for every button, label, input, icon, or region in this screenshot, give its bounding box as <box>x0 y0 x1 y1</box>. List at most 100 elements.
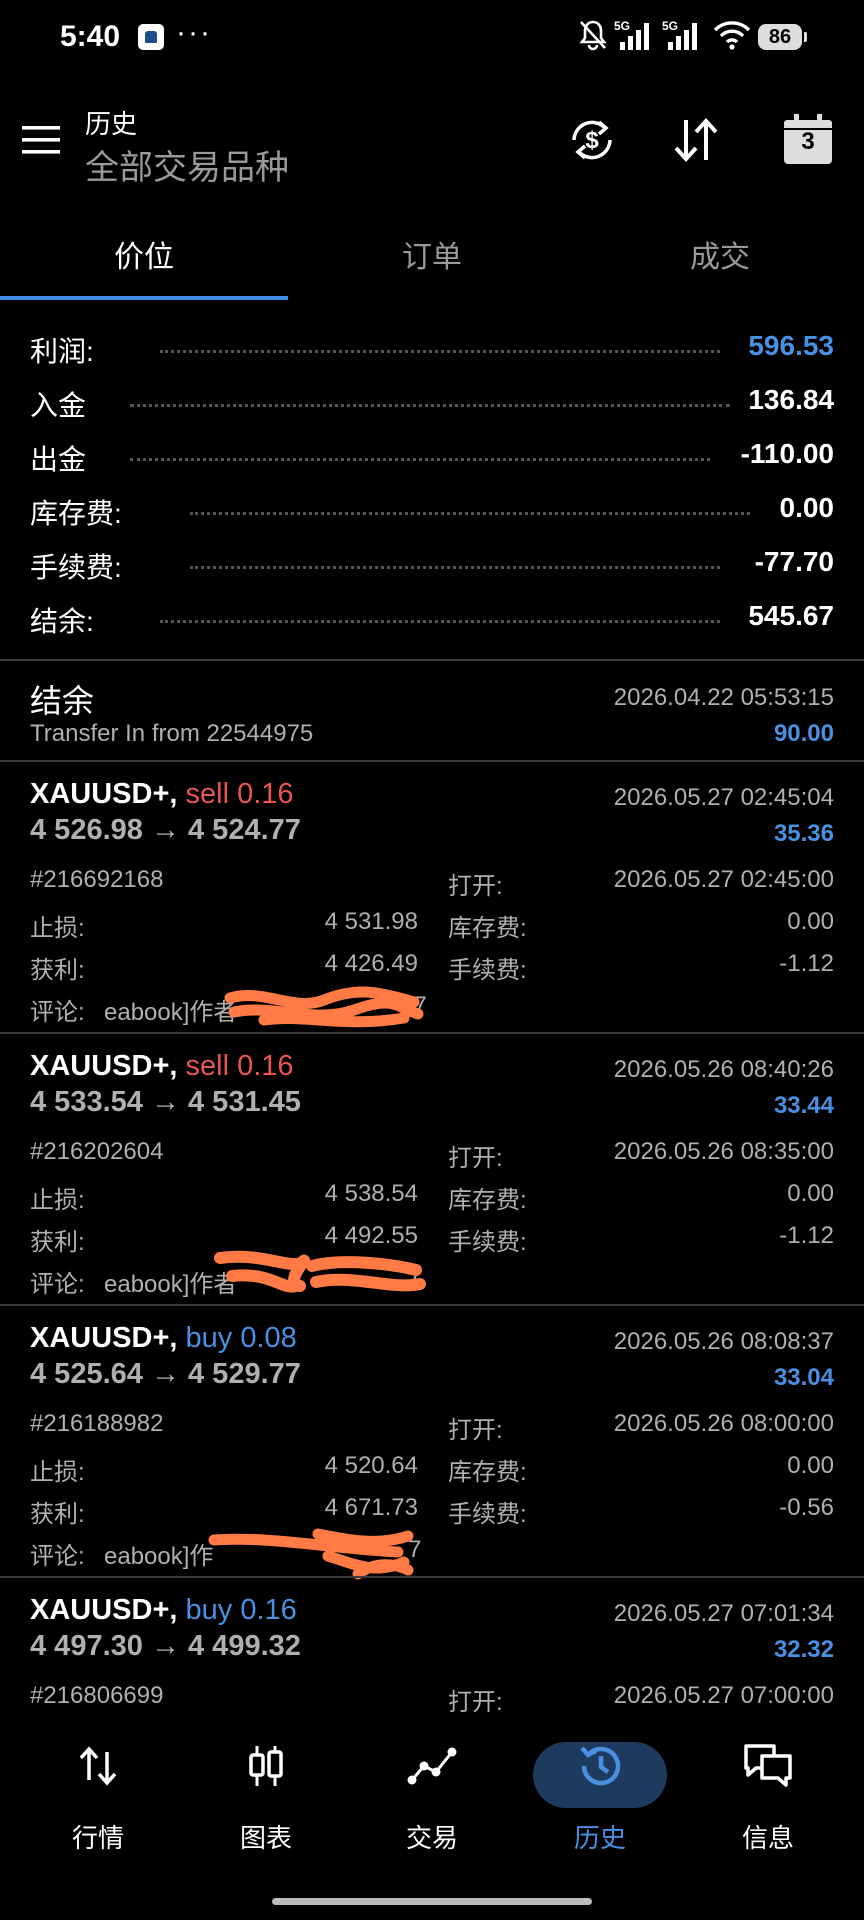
dotted-leader <box>130 458 710 461</box>
signal-5g-icon-1: 5G <box>614 19 649 50</box>
deal-symbol: XAUUSD+, <box>30 1050 178 1082</box>
balance-entry-title[interactable]: 结余 <box>30 676 94 722</box>
home-indicator[interactable] <box>272 1898 592 1905</box>
deal-comment: eabook]作者 <box>104 999 238 1026</box>
divider <box>0 659 864 661</box>
deal-header[interactable]: XAUUSD+, buy 0.16 <box>30 1594 297 1627</box>
deal-open-label: 打开: <box>448 1417 503 1444</box>
deal-ticket: #216188982 <box>30 1410 164 1437</box>
summary-profit-label: 利润: <box>30 336 94 367</box>
deal-open-label: 打开: <box>448 873 503 900</box>
deal-commission-value: -0.56 <box>779 1494 834 1521</box>
deal-sl-label: 止损: <box>30 915 85 942</box>
app-notification-icon <box>138 24 164 50</box>
wifi-icon <box>713 21 751 50</box>
deal-profit: 32.32 <box>773 1636 834 1663</box>
deal-profit: 33.44 <box>773 1092 834 1119</box>
deal-swap-label: 库存费: <box>448 915 527 942</box>
menu-icon[interactable] <box>22 124 62 158</box>
deal-commission-label: 手续费: <box>448 1229 527 1256</box>
divider <box>0 1576 864 1578</box>
deal-swap-label: 库存费: <box>448 1459 527 1486</box>
calendar-day: 3 <box>801 128 815 155</box>
deal-open-time: 2026.05.26 08:00:00 <box>613 1410 834 1437</box>
redaction-scribble <box>214 1250 426 1293</box>
summary-deposit-label: 入金 <box>30 390 87 421</box>
deal-tp-value: 4 426.49 <box>324 950 418 977</box>
deal-side: sell 0.16 <box>185 778 294 810</box>
trade-icon <box>407 1747 457 1785</box>
summary-commission-label: 手续费: <box>30 552 122 583</box>
deal-prices: 4 497.30 → 4 499.32 <box>30 1630 301 1662</box>
divider <box>0 1032 864 1034</box>
deal-time: 2026.05.26 08:40:26 <box>613 1056 834 1083</box>
deal-time: 2026.05.27 02:45:04 <box>613 784 834 811</box>
deal-time: 2026.05.26 08:08:37 <box>613 1328 834 1355</box>
active-tab-indicator <box>0 296 288 300</box>
chart-icon <box>249 1746 283 1786</box>
deal-prices: 4 526.98 → 4 524.77 <box>30 814 301 846</box>
battery-indicator: 86 <box>758 24 807 50</box>
deal-commission-label: 手续费: <box>448 957 527 984</box>
deal-ticket: #216202604 <box>30 1138 164 1165</box>
nav-label: 图表 <box>239 1823 292 1853</box>
page-title: 历史 <box>85 109 138 139</box>
summary-swap-value: 0.00 <box>779 492 835 523</box>
deal-symbol: XAUUSD+, <box>30 1594 178 1626</box>
deal-tp-label: 获利: <box>30 1501 85 1528</box>
deal-commission-value: -1.12 <box>779 1222 834 1249</box>
messages-icon <box>744 1744 792 1787</box>
deal-comment: eabook]作者 <box>104 1271 238 1298</box>
divider <box>0 1304 864 1306</box>
deal-comment: eabook]作 <box>104 1543 214 1570</box>
deal-sl-value: 4 531.98 <box>324 908 418 935</box>
svg-text:$: $ <box>585 127 599 154</box>
deal-side: sell 0.16 <box>185 1050 294 1082</box>
deal-open-label: 打开: <box>448 1145 503 1172</box>
deal-comment-tail: 7 <box>408 1536 422 1563</box>
deal-sl-value: 4 520.64 <box>324 1452 418 1479</box>
svg-text:5G: 5G <box>614 19 630 33</box>
divider <box>0 760 864 762</box>
tab-orders[interactable]: 订单 <box>288 232 576 276</box>
signal-5g-icon-2: 5G <box>662 19 697 50</box>
deal-open-time: 2026.05.27 07:00:00 <box>613 1682 834 1709</box>
deal-commission-label: 手续费: <box>448 1501 527 1528</box>
deal-open-time: 2026.05.26 08:35:00 <box>613 1138 834 1165</box>
tab-positions[interactable]: 价位 <box>0 232 288 276</box>
deal-comment-label: 评论: <box>30 1543 85 1570</box>
summary-balance-value: 545.67 <box>748 600 834 631</box>
deal-swap-label: 库存费: <box>448 1187 527 1214</box>
deal-header[interactable]: XAUUSD+, sell 0.16 <box>30 1050 294 1083</box>
deal-comment-tail: 17 <box>400 992 427 1019</box>
dotted-leader <box>130 404 730 407</box>
history-icon <box>580 1746 621 1786</box>
redaction-scribble <box>224 986 424 1028</box>
currency-sync-icon[interactable]: $ <box>566 114 618 166</box>
deal-header[interactable]: XAUUSD+, buy 0.08 <box>30 1322 297 1355</box>
symbol-filter[interactable]: 全部交易品种 <box>85 140 289 189</box>
balance-entry-amount: 90.00 <box>773 720 834 747</box>
redaction-scribble <box>208 1528 414 1580</box>
deal-open-time: 2026.05.27 02:45:00 <box>613 866 834 893</box>
deal-sl-label: 止损: <box>30 1187 85 1214</box>
summary-deposit-value: 136.84 <box>748 384 834 415</box>
deal-header[interactable]: XAUUSD+, sell 0.16 <box>30 778 294 811</box>
deal-comment-label: 评论: <box>30 1271 85 1298</box>
mute-icon <box>579 20 607 51</box>
sort-icon[interactable] <box>672 116 720 164</box>
summary-balance-label: 结余: <box>30 606 94 637</box>
summary-withdrawal-label: 出金 <box>30 444 87 475</box>
dotted-leader <box>190 512 750 515</box>
dotted-leader <box>160 620 720 623</box>
deal-swap-value: 0.00 <box>787 908 834 935</box>
status-more-icon: ··· <box>176 16 212 49</box>
deal-ticket: #216692168 <box>30 866 164 893</box>
balance-entry-comment: Transfer In from 22544975 <box>30 720 314 747</box>
deal-swap-value: 0.00 <box>787 1180 834 1207</box>
deal-comment-tail: 7 <box>408 1264 422 1291</box>
tab-deals[interactable]: 成交 <box>576 232 864 276</box>
deal-time: 2026.05.27 07:01:34 <box>613 1600 834 1627</box>
nav-label: 交易 <box>405 1823 458 1853</box>
summary-swap-label: 库存费: <box>30 498 122 529</box>
